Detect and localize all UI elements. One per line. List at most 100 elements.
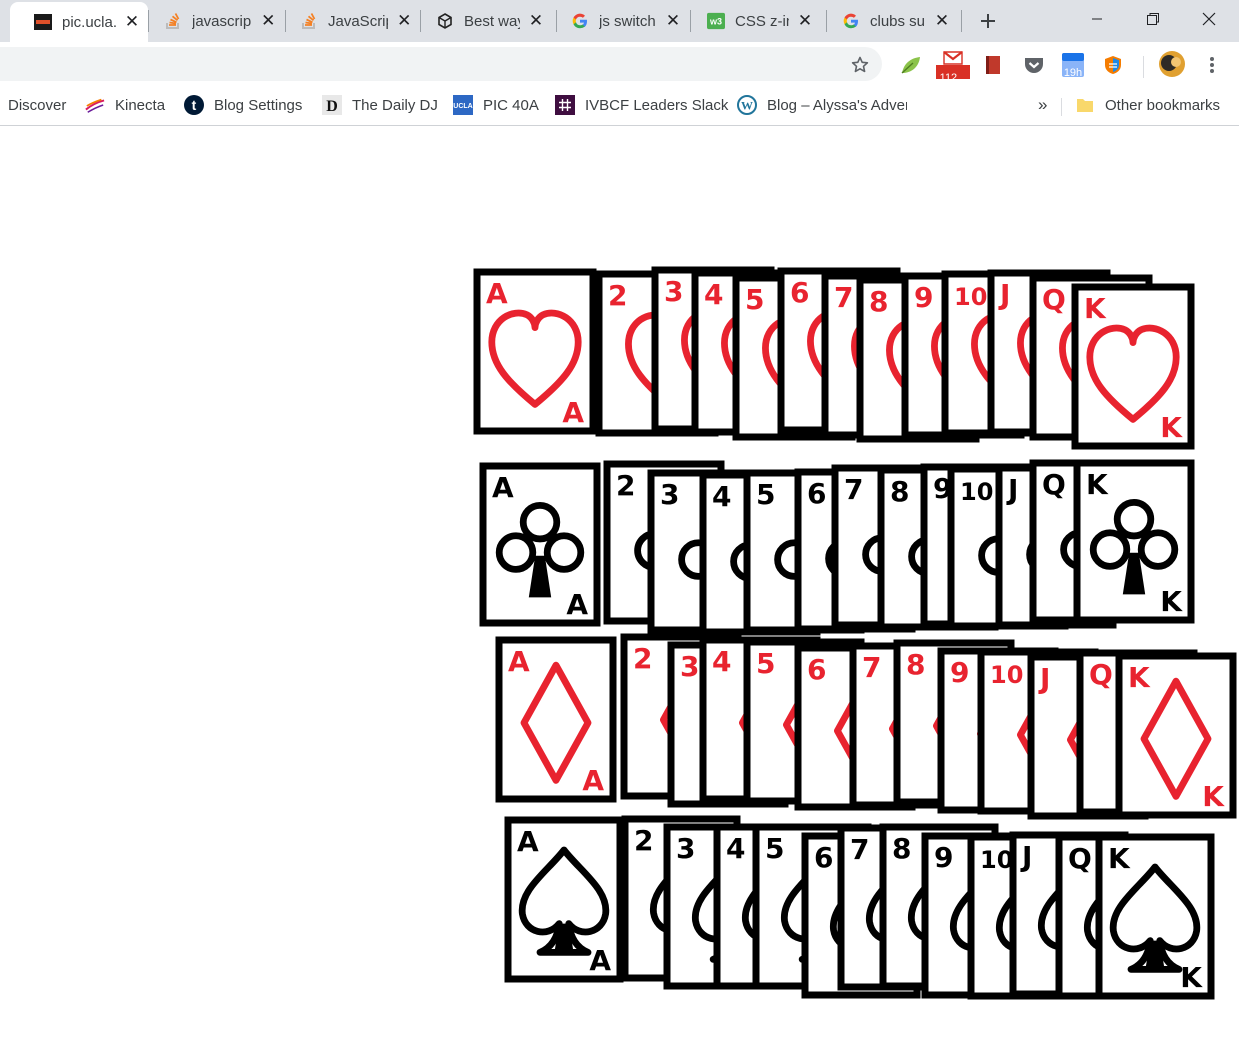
tab-4[interactable]: js switch ✕: [547, 0, 685, 42]
tab-2[interactable]: JavaScrip ✕: [276, 0, 414, 42]
pic-favicon-icon: [34, 13, 52, 31]
card-layout: AA22334455667788991010JJQQKKAA2233445566…: [473, 266, 1237, 1000]
bookmark-blog-alyssa[interactable]: W Blog – Alyssa's Adver: [737, 94, 907, 116]
profile-button[interactable]: [1158, 50, 1186, 78]
card-rank-label: 7: [844, 473, 863, 506]
card-rank-label: A: [517, 825, 539, 858]
card-k-of-clubs[interactable]: KK: [1073, 459, 1195, 624]
card-a-of-hearts[interactable]: AA: [473, 268, 597, 435]
tab-1[interactable]: javascrip ✕: [140, 0, 278, 42]
tumblr-icon: t: [184, 95, 204, 115]
bookmark-ivbcf-slack[interactable]: IVBCF Leaders Slack: [555, 94, 728, 116]
card-rank-label: 6: [807, 477, 826, 510]
bookmark-blog-settings[interactable]: t Blog Settings: [184, 94, 302, 116]
svg-text:UCLA: UCLA: [453, 103, 472, 110]
close-icon[interactable]: ✕: [526, 11, 546, 31]
card-rank-label: 3: [660, 478, 679, 511]
card-rank-label: Q: [1089, 658, 1113, 691]
tab-0[interactable]: pic.ucla. ✕: [10, 2, 148, 42]
card-rank-label-bottom: A: [582, 764, 604, 797]
bookmark-pic-40a[interactable]: UCLA PIC 40A: [453, 94, 539, 116]
card-rank-label: 8: [906, 648, 925, 681]
bookmarks-overflow-button[interactable]: »: [1038, 94, 1047, 116]
card-rank-label: K: [1108, 842, 1131, 875]
close-icon: [1202, 12, 1216, 26]
close-icon[interactable]: ✕: [122, 12, 142, 32]
bookmark-daily-dj[interactable]: D The Daily DJ: [322, 94, 438, 116]
card-rank-label: 2: [634, 824, 653, 857]
card-rank-label: Q: [1042, 468, 1066, 501]
card-rank-label: 5: [756, 647, 775, 680]
daily-dj-icon: D: [322, 95, 342, 115]
menu-button[interactable]: [1199, 52, 1225, 78]
card-a-of-diamonds[interactable]: AA: [495, 636, 617, 803]
bookmark-label: Discover: [8, 96, 67, 114]
card-a-of-spades[interactable]: AA: [504, 816, 624, 983]
wordpress-icon: W: [737, 95, 757, 115]
card-rank-label: 6: [814, 841, 833, 874]
card-k-of-hearts[interactable]: KK: [1071, 283, 1195, 450]
gmail-extension-button[interactable]: 112...: [936, 50, 970, 84]
gmail-badge: 112...: [939, 72, 967, 84]
plus-icon: [981, 14, 995, 28]
card-rank-label: 8: [890, 475, 909, 508]
tab-title: clubs su: [870, 12, 926, 30]
new-tab-button[interactable]: [975, 8, 1001, 34]
bookmark-star-button[interactable]: [847, 52, 873, 78]
close-icon[interactable]: ✕: [795, 11, 815, 31]
card-rank-label: 6: [790, 276, 809, 309]
tab-5[interactable]: w3 CSS z-in ✕: [683, 0, 821, 42]
card-rank-label-bottom: K: [1160, 585, 1183, 618]
calendar-badge: 19h: [1063, 67, 1083, 79]
svg-text:W: W: [741, 99, 753, 113]
close-icon[interactable]: ✕: [663, 11, 683, 31]
card-rank-label: 10: [990, 661, 1023, 689]
card-rank-label: A: [508, 645, 530, 678]
pocket-button[interactable]: [1021, 52, 1047, 78]
other-bookmarks-button[interactable]: Other bookmarks: [1075, 94, 1220, 116]
card-rank-label: 7: [850, 833, 869, 866]
card-rank-label: 7: [862, 651, 881, 684]
card-k-of-spades[interactable]: KK: [1095, 833, 1215, 1000]
card-rank-label: J: [1006, 473, 1018, 506]
restore-button[interactable]: [1130, 0, 1176, 38]
leaf-icon: [901, 57, 920, 74]
slack-icon: [555, 95, 575, 115]
bookmark-discover[interactable]: Discover: [8, 94, 66, 116]
tab-6[interactable]: clubs su ✕: [818, 0, 956, 42]
card-rank-label: A: [486, 277, 508, 310]
card-rank-label: 5: [745, 283, 764, 316]
svg-text:w3: w3: [709, 17, 722, 27]
card-rank-label: J: [1020, 840, 1032, 873]
folder-icon: [1075, 95, 1095, 115]
shield-icon: [1105, 56, 1121, 74]
card-rank-label: 9: [934, 841, 953, 874]
card-rank-label-bottom: K: [1160, 411, 1183, 444]
minimize-button[interactable]: [1074, 0, 1120, 38]
card-rank-label: K: [1086, 468, 1109, 501]
tab-title: js switch: [599, 12, 656, 30]
close-icon[interactable]: ✕: [932, 11, 952, 31]
calendar-extension-button[interactable]: 19h: [1059, 50, 1087, 80]
card-a-of-clubs[interactable]: AA: [479, 462, 601, 627]
page-content: AA22334455667788991010JJQQKKAA2233445566…: [0, 127, 1239, 1042]
card-rank-label: 10: [960, 478, 993, 506]
chevron-double-right-icon: »: [1038, 95, 1048, 114]
address-bar[interactable]: [0, 47, 882, 81]
unity-icon: [436, 12, 454, 30]
card-rank-label: 4: [704, 278, 723, 311]
card-rank-label: 7: [834, 281, 853, 314]
extension-leaf-button[interactable]: [898, 52, 924, 78]
tab-separator: [961, 10, 962, 32]
star-icon: [851, 56, 869, 73]
card-rank-label: K: [1084, 292, 1107, 325]
tab-title: javascrip: [192, 12, 252, 30]
bookmark-label: Blog Settings: [214, 96, 303, 114]
card-rank-label: A: [492, 471, 514, 504]
card-k-of-diamonds[interactable]: KK: [1115, 652, 1237, 819]
book-extension-button[interactable]: [980, 52, 1006, 78]
shield-extension-button[interactable]: [1100, 52, 1126, 78]
tab-3[interactable]: Best way ✕: [412, 0, 550, 42]
bookmark-kinecta[interactable]: Kinecta: [85, 94, 165, 116]
close-window-button[interactable]: [1186, 0, 1232, 38]
